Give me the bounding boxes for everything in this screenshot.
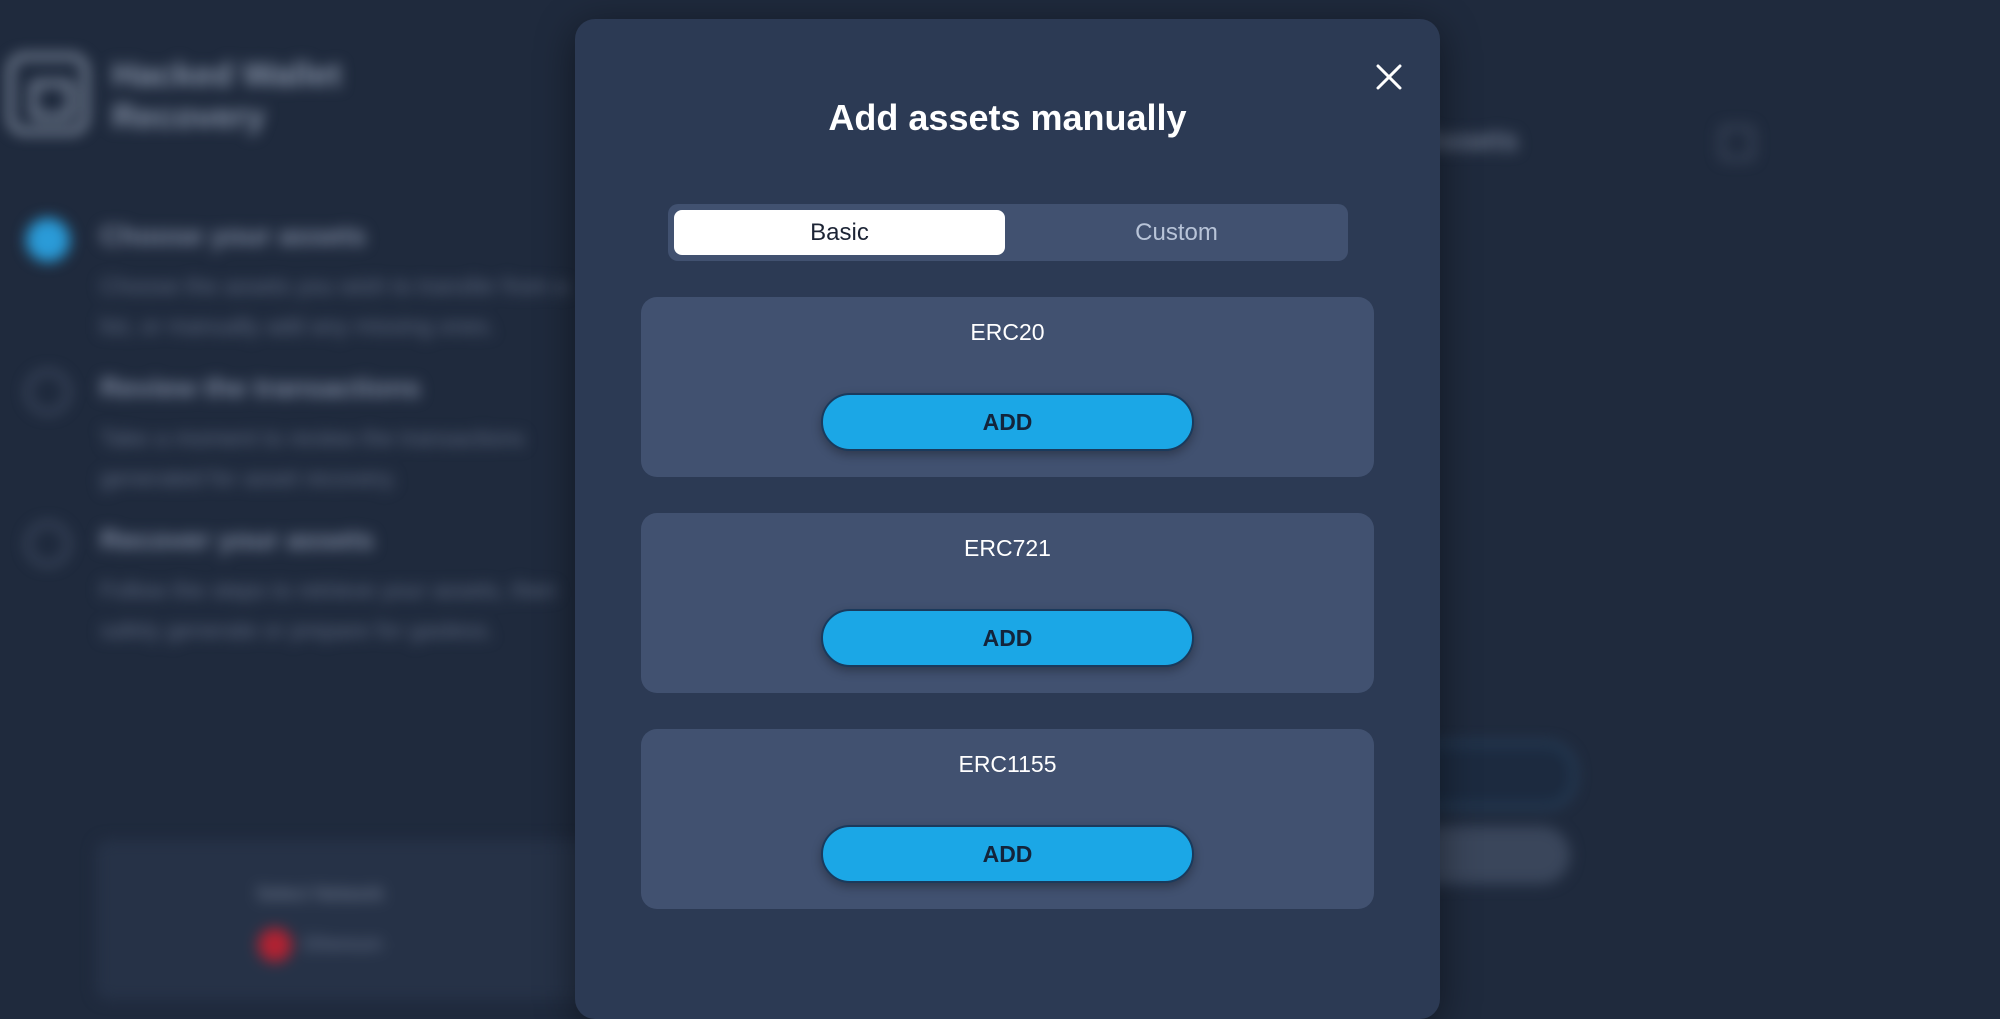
app-title: Hacked Wallet Recovery <box>112 56 342 136</box>
step-indicator <box>26 370 70 414</box>
tab-switcher: Basic Custom <box>668 204 1348 261</box>
asset-card-erc20: ERC20 ADD <box>641 297 1374 477</box>
close-icon <box>1376 64 1402 90</box>
network-icon <box>258 928 292 962</box>
asset-card-erc1155: ERC1155 ADD <box>641 729 1374 909</box>
step-title: Choose your assets <box>100 220 367 251</box>
modal-title: Add assets manually <box>828 97 1187 138</box>
step-indicator <box>26 522 70 566</box>
step-description: Choose the assets you wish to transfer f… <box>100 273 568 339</box>
step-indicator-active <box>26 218 70 262</box>
step-title: Review the transactions <box>100 372 421 403</box>
asset-card-erc721: ERC721 ADD <box>641 513 1374 693</box>
add-erc721-button[interactable]: ADD <box>821 609 1194 667</box>
asset-name: ERC721 <box>964 535 1051 561</box>
app-logo-icon <box>8 54 88 134</box>
tab-custom[interactable]: Custom <box>1011 210 1342 255</box>
edit-icon <box>1720 126 1754 160</box>
add-erc1155-button[interactable]: ADD <box>821 825 1194 883</box>
network-card: Select Network Ethereum <box>96 840 616 1000</box>
step-description: Follow the steps to retrieve your assets… <box>100 577 557 643</box>
network-label: Select Network <box>256 884 384 905</box>
add-erc20-button[interactable]: ADD <box>821 393 1194 451</box>
network-value: Ethereum <box>304 934 383 954</box>
asset-name: ERC20 <box>970 319 1045 345</box>
step-title: Recover your assets <box>100 524 374 555</box>
add-assets-modal: Add assets manually Basic Custom ERC20 A… <box>575 19 1440 1019</box>
step-description: Take a moment to review the transactions… <box>100 425 525 491</box>
asset-name: ERC1155 <box>958 751 1057 777</box>
close-button[interactable] <box>1367 55 1411 99</box>
tab-basic[interactable]: Basic <box>674 210 1005 255</box>
